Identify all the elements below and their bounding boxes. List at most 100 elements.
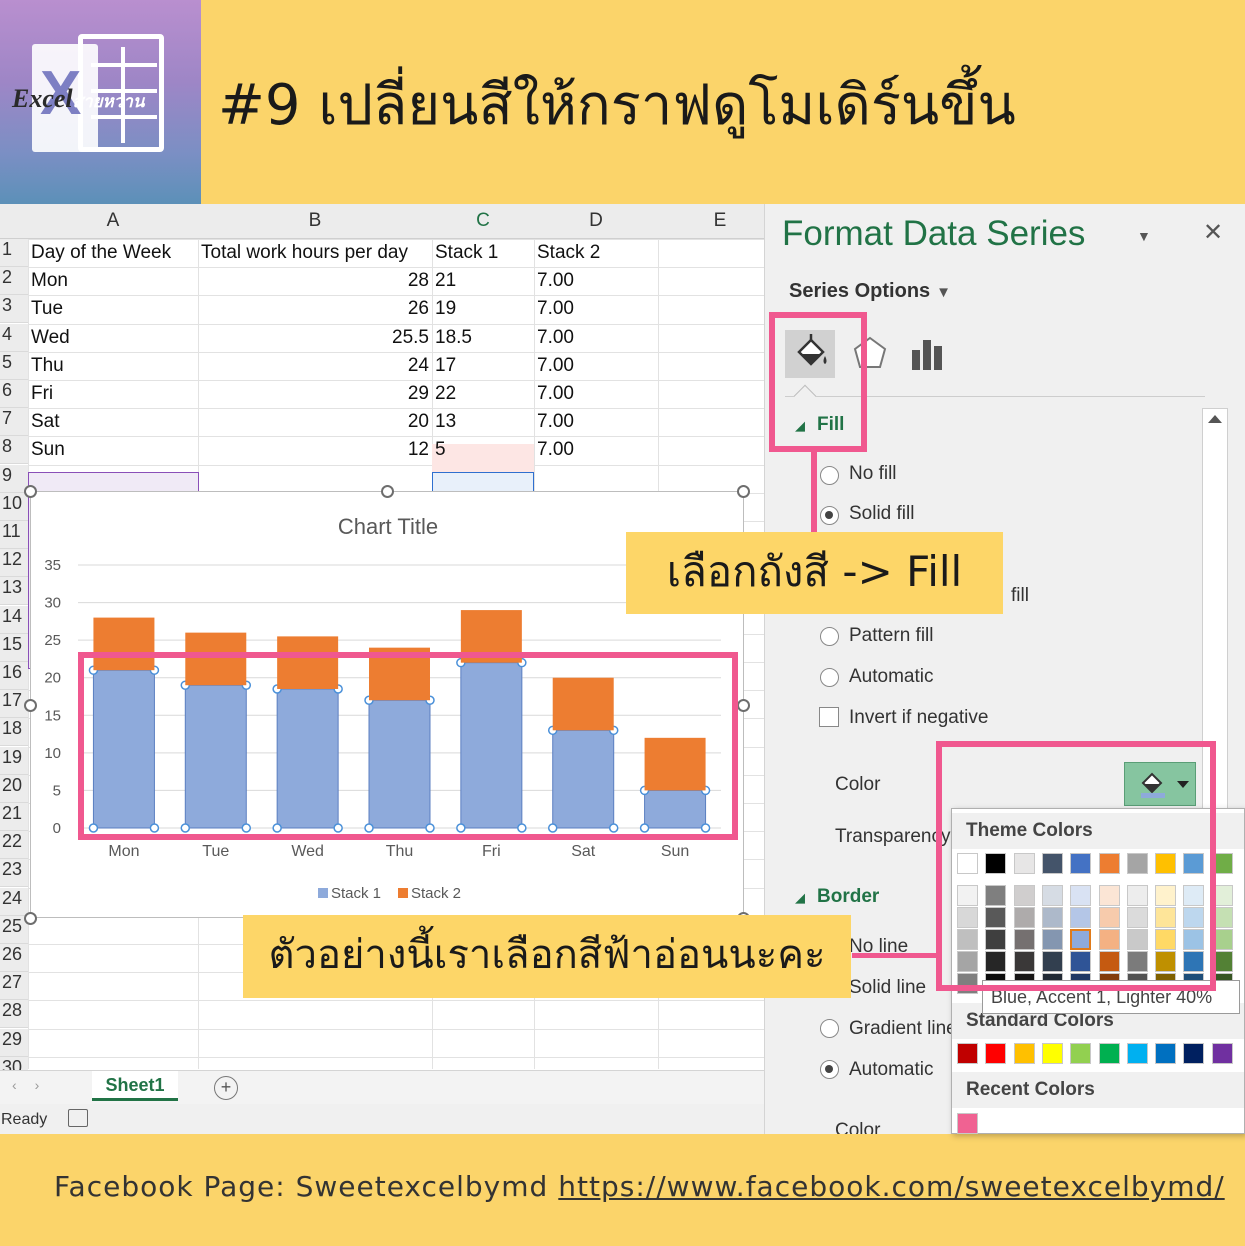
- automatic-line-radio[interactable]: [820, 1060, 839, 1079]
- scroll-up-icon[interactable]: [1208, 415, 1222, 423]
- row-header[interactable]: 26: [0, 944, 28, 972]
- standard-color-swatch[interactable]: [1127, 1043, 1148, 1064]
- table-cell[interactable]: Sat: [28, 408, 198, 436]
- table-cell[interactable]: 25.5: [198, 324, 432, 352]
- table-cell[interactable]: 19: [432, 295, 534, 323]
- invert-negative-checkbox[interactable]: [819, 707, 839, 727]
- table-cell[interactable]: 7.00: [534, 324, 658, 352]
- table-cell[interactable]: 28: [198, 267, 432, 295]
- standard-color-swatch[interactable]: [1183, 1043, 1204, 1064]
- sheet-nav-arrows-icon[interactable]: ‹›: [12, 1077, 57, 1093]
- row-header[interactable]: 19: [0, 747, 28, 775]
- row-header[interactable]: 18: [0, 718, 28, 746]
- row-header[interactable]: 7: [0, 408, 28, 436]
- table-cell[interactable]: 13: [432, 408, 534, 436]
- row-header[interactable]: 22: [0, 831, 28, 859]
- standard-color-swatch[interactable]: [1014, 1043, 1035, 1064]
- row-header[interactable]: 8: [0, 436, 28, 464]
- table-cell[interactable]: 12: [198, 436, 432, 464]
- table-cell[interactable]: Stack 2: [534, 239, 658, 267]
- macro-record-icon[interactable]: [68, 1109, 88, 1127]
- pattern-fill-radio[interactable]: [820, 627, 839, 646]
- row-header[interactable]: 5: [0, 352, 28, 380]
- row-header[interactable]: 27: [0, 972, 28, 1000]
- row-header[interactable]: 3: [0, 295, 28, 323]
- close-icon[interactable]: ✕: [1203, 218, 1223, 247]
- add-sheet-icon[interactable]: +: [214, 1076, 238, 1100]
- chart-resize-handle[interactable]: [24, 699, 37, 712]
- standard-color-swatch[interactable]: [1099, 1043, 1120, 1064]
- chart-resize-handle[interactable]: [24, 485, 37, 498]
- standard-color-swatch[interactable]: [1070, 1043, 1091, 1064]
- table-cell[interactable]: 7.00: [534, 436, 658, 464]
- standard-color-swatch[interactable]: [985, 1043, 1006, 1064]
- excel-logo: X Excelสายหวาน: [0, 0, 201, 204]
- border-section-header[interactable]: ◢ Border: [795, 886, 879, 908]
- table-cell[interactable]: 7.00: [534, 380, 658, 408]
- sheet-tab[interactable]: Sheet1: [92, 1071, 178, 1101]
- row-header[interactable]: 12: [0, 549, 28, 577]
- table-cell[interactable]: 7.00: [534, 352, 658, 380]
- pane-options-dropdown-icon[interactable]: ▼: [1137, 228, 1151, 244]
- column-header-a[interactable]: A: [28, 210, 198, 234]
- row-header[interactable]: 10: [0, 493, 28, 521]
- chart-resize-handle[interactable]: [24, 912, 37, 925]
- row-header[interactable]: 24: [0, 888, 28, 916]
- table-cell[interactable]: 29: [198, 380, 432, 408]
- row-header[interactable]: 14: [0, 606, 28, 634]
- recent-color-swatch[interactable]: [957, 1113, 978, 1134]
- chart-resize-handle[interactable]: [737, 485, 750, 498]
- table-cell[interactable]: Stack 1: [432, 239, 534, 267]
- table-cell[interactable]: 21: [432, 267, 534, 295]
- gradient-line-radio[interactable]: [820, 1019, 839, 1038]
- series-options-dropdown[interactable]: Series Options ▼: [789, 280, 951, 303]
- table-cell[interactable]: 5: [432, 436, 534, 464]
- table-cell[interactable]: Sun: [28, 436, 198, 464]
- automatic-fill-radio[interactable]: [820, 668, 839, 687]
- column-header-e[interactable]: E: [658, 210, 764, 234]
- table-cell[interactable]: 20: [198, 408, 432, 436]
- facebook-link[interactable]: https://www.facebook.com/sweetexcelbymd/: [558, 1170, 1224, 1203]
- column-header-c[interactable]: C: [432, 210, 534, 234]
- color-connector-line: [852, 953, 938, 958]
- row-header[interactable]: 28: [0, 1000, 28, 1028]
- table-cell[interactable]: Day of the Week: [28, 239, 198, 267]
- table-cell[interactable]: Wed: [28, 324, 198, 352]
- row-header[interactable]: 1: [0, 239, 28, 267]
- row-header[interactable]: 23: [0, 859, 28, 887]
- table-cell[interactable]: Thu: [28, 352, 198, 380]
- standard-color-swatch[interactable]: [1042, 1043, 1063, 1064]
- table-cell[interactable]: 22: [432, 380, 534, 408]
- row-header[interactable]: 4: [0, 324, 28, 352]
- no-fill-radio[interactable]: [820, 466, 839, 485]
- table-cell[interactable]: 7.00: [534, 408, 658, 436]
- series-options-tab[interactable]: [903, 330, 953, 378]
- row-header[interactable]: 16: [0, 662, 28, 690]
- table-cell[interactable]: 24: [198, 352, 432, 380]
- chart-resize-handle[interactable]: [381, 485, 394, 498]
- row-header[interactable]: 20: [0, 775, 28, 803]
- standard-color-swatch[interactable]: [1155, 1043, 1176, 1064]
- table-cell[interactable]: 7.00: [534, 267, 658, 295]
- table-cell[interactable]: 26: [198, 295, 432, 323]
- table-cell[interactable]: Fri: [28, 380, 198, 408]
- row-header[interactable]: 11: [0, 521, 28, 549]
- row-header[interactable]: 29: [0, 1029, 28, 1057]
- table-cell[interactable]: Tue: [28, 295, 198, 323]
- row-header[interactable]: 13: [0, 577, 28, 605]
- standard-color-swatch[interactable]: [1212, 1043, 1233, 1064]
- solid-fill-radio[interactable]: [820, 506, 839, 525]
- row-header[interactable]: 15: [0, 634, 28, 662]
- table-cell[interactable]: Mon: [28, 267, 198, 295]
- table-cell[interactable]: 18.5: [432, 324, 534, 352]
- table-cell[interactable]: 7.00: [534, 295, 658, 323]
- row-header[interactable]: 2: [0, 267, 28, 295]
- chart-resize-handle[interactable]: [737, 699, 750, 712]
- table-cell[interactable]: 17: [432, 352, 534, 380]
- column-header-d[interactable]: D: [534, 210, 658, 234]
- column-header-b[interactable]: B: [198, 210, 432, 234]
- row-header[interactable]: 21: [0, 803, 28, 831]
- table-cell[interactable]: Total work hours per day: [198, 239, 432, 267]
- row-header[interactable]: 6: [0, 380, 28, 408]
- standard-color-swatch[interactable]: [957, 1043, 978, 1064]
